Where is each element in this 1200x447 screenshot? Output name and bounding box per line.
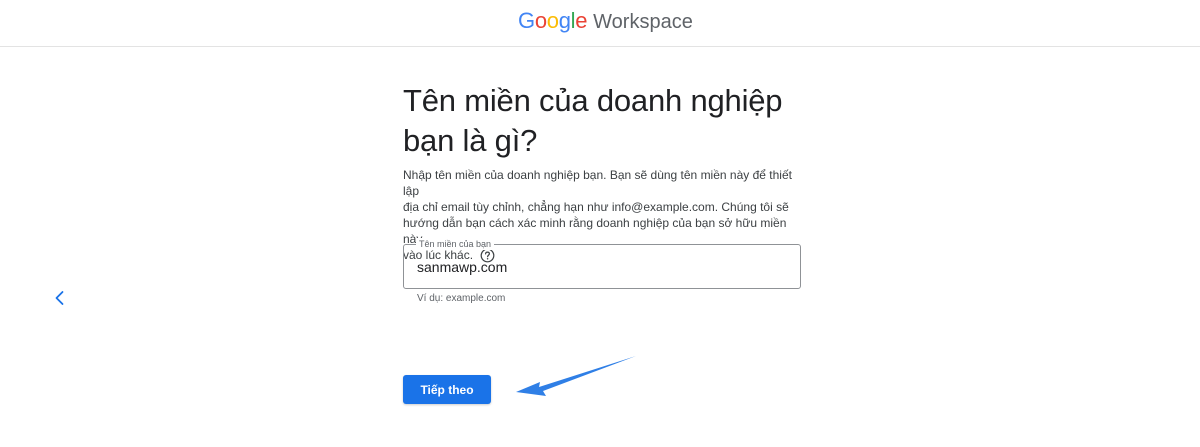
logo-letter: g bbox=[558, 8, 571, 33]
chevron-left-icon bbox=[55, 291, 64, 305]
description-line: Nhập tên miền của doanh nghiệp bạn. Bạn … bbox=[403, 168, 792, 198]
page-title-line: bạn là gì? bbox=[403, 123, 538, 158]
logo-product-name: Workspace bbox=[593, 11, 693, 33]
domain-field-hint: Ví dụ: example.com bbox=[417, 293, 506, 304]
logo-letter: e bbox=[575, 8, 588, 33]
domain-field[interactable]: Tên miền của bạn bbox=[403, 238, 801, 289]
logo-letter: o bbox=[534, 8, 547, 33]
header: Google Workspace bbox=[0, 0, 1200, 47]
page-title: Tên miền của doanh nghiệp bạn là gì? bbox=[403, 81, 823, 161]
domain-input[interactable] bbox=[417, 256, 787, 278]
google-wordmark: Google bbox=[518, 8, 587, 34]
logo-letter: o bbox=[546, 8, 559, 33]
pointer-arrow-annotation bbox=[516, 356, 636, 396]
google-workspace-logo: Google Workspace bbox=[518, 8, 693, 34]
page-title-line: Tên miền của doanh nghiệp bbox=[403, 83, 783, 118]
page: Google Workspace Tên miền của doanh nghi… bbox=[0, 0, 1200, 447]
back-button[interactable] bbox=[50, 288, 70, 308]
description-line: địa chỉ email tùy chỉnh, chẳng hạn như i… bbox=[403, 200, 789, 214]
domain-field-label: Tên miền của bạn bbox=[416, 238, 495, 250]
next-button[interactable]: Tiếp theo bbox=[403, 375, 491, 404]
logo-letter: G bbox=[518, 8, 535, 33]
